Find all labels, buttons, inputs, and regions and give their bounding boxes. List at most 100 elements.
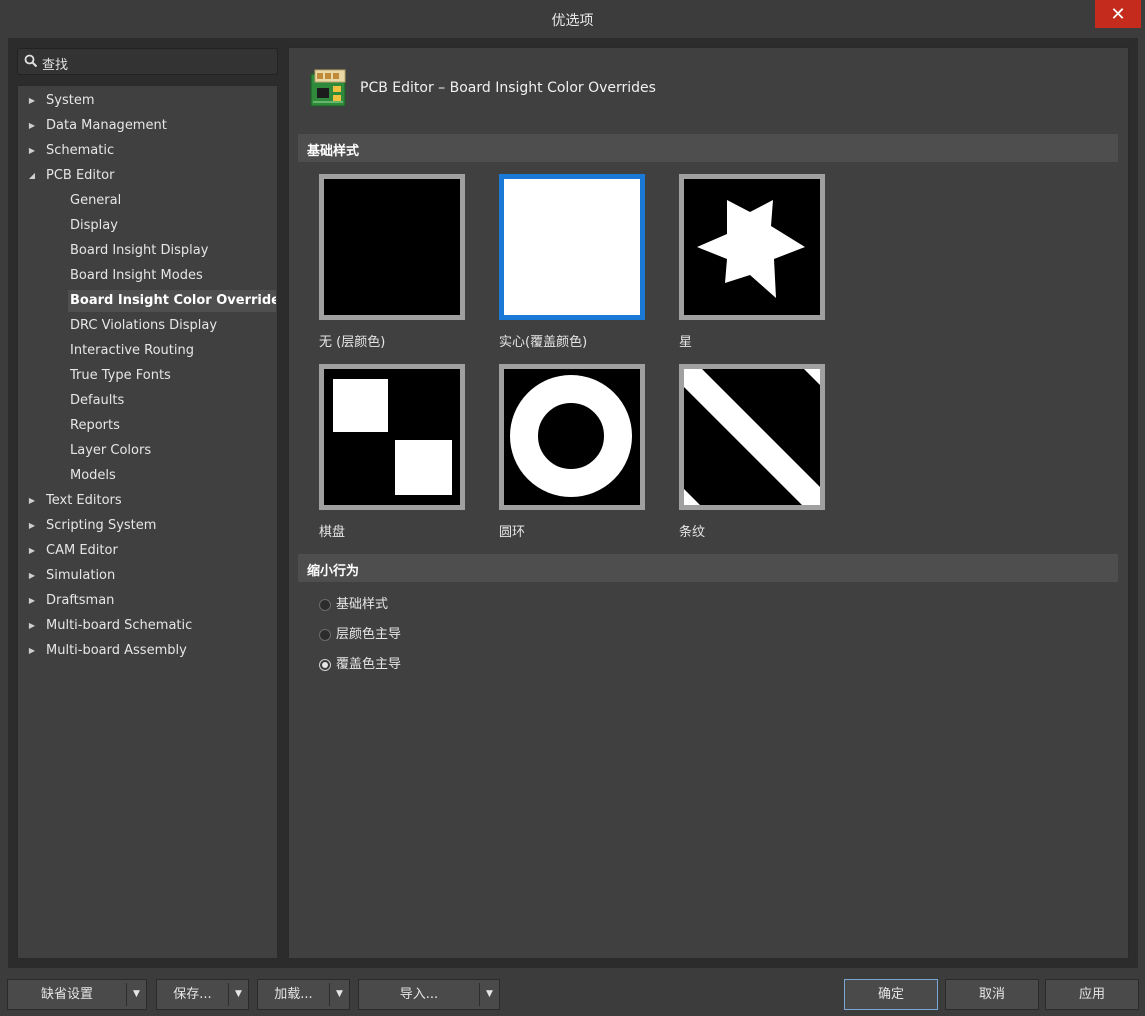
tree-item-reports[interactable]: Reports (70, 415, 120, 437)
pattern-circle-preview (504, 369, 640, 505)
radio-base-pattern[interactable]: 基础样式 (319, 596, 388, 614)
pattern-none-preview (324, 179, 460, 315)
tree-item-cam-editor[interactable]: ▶ CAM Editor (29, 540, 118, 562)
tree-item-label: Data Management (46, 118, 167, 133)
import-button[interactable]: 导入... ▼ (358, 979, 500, 1010)
radio-label: 层颜色主导 (336, 627, 402, 642)
search-input[interactable]: 查找 (42, 54, 68, 73)
star-icon (697, 200, 805, 298)
tree-item-label: Defaults (70, 393, 125, 408)
pattern-tile-solid[interactable] (499, 174, 645, 320)
tree-item-data-management[interactable]: ▶ Data Management (29, 115, 167, 137)
close-icon: ✕ (1110, 3, 1126, 25)
tree-item-true-type-fonts[interactable]: True Type Fonts (70, 365, 171, 387)
tree-item-label: Text Editors (46, 493, 122, 508)
radio-button-checked[interactable] (319, 659, 331, 671)
tree-item-board-insight-color-overrides[interactable]: Board Insight Color Overrides (68, 290, 276, 312)
preferences-tree: ▶ System ▶ Data Management ▶ Schematic ◢ PCB… (17, 85, 278, 959)
tree-item-models[interactable]: Models (70, 465, 116, 487)
tree-item-label: Multi-board Assembly (46, 643, 187, 658)
collapse-arrow-icon[interactable]: ◢ (26, 165, 38, 187)
radio-label: 覆盖色主导 (336, 657, 402, 672)
pattern-tile-star[interactable] (679, 174, 825, 320)
defaults-button[interactable]: 缺省设置 ▼ (7, 979, 147, 1010)
tree-item-system[interactable]: ▶ System (29, 90, 95, 112)
tree-item-layer-colors[interactable]: Layer Colors (70, 440, 151, 462)
tree-item-label: Interactive Routing (70, 343, 195, 358)
expand-arrow-icon[interactable]: ▶ (26, 565, 38, 587)
pattern-label: 圆环 (499, 525, 526, 540)
expand-arrow-icon[interactable]: ▶ (26, 490, 38, 512)
tree-item-schematic[interactable]: ▶ Schematic (29, 140, 115, 162)
page-title: PCB Editor – Board Insight Color Overrid… (360, 80, 656, 96)
radio-layer-color-dominates[interactable]: 层颜色主导 (319, 626, 402, 644)
save-label: 保存... (173, 987, 212, 1002)
tree-item-simulation[interactable]: ▶ Simulation (29, 565, 116, 587)
apply-button[interactable]: 应用 (1045, 979, 1139, 1010)
tree-item-label: PCB Editor (46, 168, 115, 183)
load-label: 加载... (274, 987, 313, 1002)
tree-item-label: Board Insight Color Overrides (70, 293, 276, 308)
tree-item-text-editors[interactable]: ▶ Text Editors (29, 490, 122, 512)
title-bar: 优选项 ✕ (0, 0, 1145, 38)
dropdown-arrow-icon[interactable]: ▼ (479, 983, 499, 1006)
expand-arrow-icon[interactable]: ▶ (26, 90, 38, 112)
dropdown-arrow-icon[interactable]: ▼ (228, 983, 248, 1006)
pattern-tile-none[interactable] (319, 174, 465, 320)
tree-item-drc-violations-display[interactable]: DRC Violations Display (70, 315, 217, 337)
pattern-label: 条纹 (679, 525, 706, 540)
tree-item-board-insight-modes[interactable]: Board Insight Modes (70, 265, 203, 287)
dropdown-arrow-icon[interactable]: ▼ (126, 983, 146, 1006)
pattern-star-preview (684, 179, 820, 315)
expand-arrow-icon[interactable]: ▶ (26, 140, 38, 162)
pattern-tile-checkerboard[interactable] (319, 364, 465, 510)
tree-item-pcb-editor[interactable]: ◢ PCB Editor (29, 165, 115, 187)
tree-item-label: Models (70, 468, 116, 483)
section-heading: 基础样式 (307, 144, 360, 159)
tree-item-defaults[interactable]: Defaults (70, 390, 124, 412)
section-heading: 缩小行为 (307, 564, 360, 579)
tree-item-interactive-routing[interactable]: Interactive Routing (70, 340, 194, 362)
expand-arrow-icon[interactable]: ▶ (26, 115, 38, 137)
tree-item-label: Display (70, 218, 118, 233)
expand-arrow-icon[interactable]: ▶ (26, 615, 38, 637)
tree-item-display[interactable]: Display (70, 215, 118, 237)
close-button[interactable]: ✕ (1095, 0, 1141, 28)
expand-arrow-icon[interactable]: ▶ (26, 590, 38, 612)
radio-button[interactable] (319, 629, 331, 641)
expand-arrow-icon[interactable]: ▶ (26, 515, 38, 537)
expand-arrow-icon[interactable]: ▶ (26, 640, 38, 662)
pattern-checkerboard-preview (324, 369, 460, 505)
tree-item-board-insight-display[interactable]: Board Insight Display (70, 240, 208, 262)
settings-panel: PCB Editor – Board Insight Color Overrid… (288, 47, 1129, 959)
tree-item-label: Multi-board Schematic (46, 618, 193, 633)
tree-item-label: Simulation (46, 568, 116, 583)
tree-item-draftsman[interactable]: ▶ Draftsman (29, 590, 115, 612)
tree-item-multi-board-assembly[interactable]: ▶ Multi-board Assembly (29, 640, 187, 662)
dropdown-arrow-icon[interactable]: ▼ (329, 983, 349, 1006)
tree-item-label: Schematic (46, 143, 115, 158)
section-zoom-out-behavior: 缩小行为 (298, 554, 1118, 582)
load-button[interactable]: 加载... ▼ (257, 979, 350, 1010)
stripe-icon (684, 369, 820, 505)
tree-item-general[interactable]: General (70, 190, 121, 212)
tree-item-label: Board Insight Display (70, 243, 209, 258)
tree-item-label: Board Insight Modes (70, 268, 203, 283)
search-icon (24, 54, 38, 68)
radio-override-color-dominates[interactable]: 覆盖色主导 (319, 656, 402, 674)
import-label: 导入... (399, 987, 439, 1002)
tree-item-label: Reports (70, 418, 120, 433)
search-box[interactable]: 查找 (17, 48, 278, 75)
tree-item-scripting-system[interactable]: ▶ Scripting System (29, 515, 157, 537)
pattern-tile-circle[interactable] (499, 364, 645, 510)
expand-arrow-icon[interactable]: ▶ (26, 540, 38, 562)
pattern-tile-stripe[interactable] (679, 364, 825, 510)
tree-item-multi-board-schematic[interactable]: ▶ Multi-board Schematic (29, 615, 193, 637)
cancel-button[interactable]: 取消 (945, 979, 1039, 1010)
tree-item-label: DRC Violations Display (70, 318, 218, 333)
tree-item-label: System (46, 93, 95, 108)
radio-button[interactable] (319, 599, 331, 611)
ok-button[interactable]: 确定 (844, 979, 938, 1010)
section-base-pattern: 基础样式 (298, 134, 1118, 162)
save-button[interactable]: 保存... ▼ (156, 979, 249, 1010)
